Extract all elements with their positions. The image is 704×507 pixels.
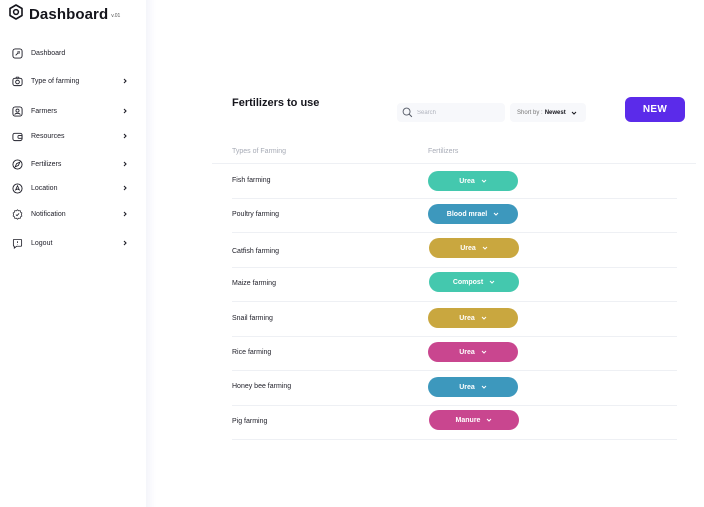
fertilizer-dropdown[interactable]: Urea [428, 308, 518, 328]
logout-icon [12, 238, 23, 249]
chevron-right-icon [123, 161, 127, 167]
chevron-down-icon [571, 111, 577, 115]
sidebar-item-label: Resources [31, 132, 65, 140]
chevron-down-icon [482, 246, 488, 250]
brand-title: Dashboard [29, 6, 109, 23]
sort-prefix: Short by : [517, 109, 543, 116]
fertilizer-dropdown[interactable]: Urea [429, 238, 519, 258]
chevron-down-icon [481, 316, 487, 320]
brand: Dashboard v.01 [8, 4, 120, 23]
row-farming-type: Honey bee farming [232, 383, 292, 390]
fertilizer-value: Urea [459, 383, 475, 391]
fertilizer-dropdown[interactable]: Manure [429, 410, 519, 430]
dashboard-icon [12, 47, 23, 59]
search-input[interactable] [417, 109, 497, 116]
sort-value: Newest [544, 109, 566, 116]
row-farming-type: Rice farming [232, 349, 272, 356]
row-divider [232, 301, 677, 302]
row-farming-type: Pig farming [232, 418, 268, 425]
row-divider [232, 370, 677, 371]
fertilizer-dropdown[interactable]: Urea [428, 171, 518, 191]
chevron-right-icon [123, 78, 127, 84]
sidebar-item-location[interactable]: Location [12, 181, 128, 195]
row-farming-type: Poultry farming [232, 211, 280, 218]
sidebar-item-resources[interactable]: Resources [12, 129, 128, 143]
chevron-down-icon [487, 418, 492, 422]
compass-icon [12, 158, 23, 170]
row-divider [232, 336, 677, 337]
chevron-right-icon [123, 133, 127, 139]
fertilizer-dropdown[interactable]: Urea [428, 377, 518, 397]
sidebar-item-fertilizers[interactable]: Fertilizers [12, 157, 128, 171]
chevron-right-icon [123, 108, 127, 114]
chevron-down-icon [493, 212, 499, 216]
sidebar-item-label: Location [31, 184, 58, 192]
sidebar-item-notification[interactable]: Notification [12, 207, 128, 221]
search-box[interactable] [397, 103, 505, 122]
fertilizer-value: Manure [455, 416, 481, 424]
fertilizer-value: Urea [459, 314, 475, 322]
sidebar-item-label: Logout [31, 239, 53, 247]
row-divider [232, 232, 677, 233]
new-button[interactable]: NEW [625, 97, 685, 122]
sidebar-item-logout[interactable]: Logout [12, 236, 128, 250]
user-icon [12, 105, 23, 117]
sidebar-item-dashboard[interactable]: Dashboard [12, 46, 128, 60]
chevron-right-icon [123, 185, 127, 191]
wallet-icon [12, 132, 23, 141]
chevron-down-icon [481, 179, 487, 183]
row-farming-type: Maize farming [232, 280, 276, 287]
sidebar-item-label: Type of farming [31, 77, 80, 85]
sidebar-item-label: Farmers [31, 107, 58, 115]
row-farming-type: Catfish farming [232, 248, 280, 255]
column-header-types: Types of Farming [232, 148, 287, 155]
fertilizer-dropdown[interactable]: Compost [429, 272, 519, 292]
badge-icon [12, 208, 23, 220]
search-icon [402, 107, 413, 118]
sidebar-item-label: Notification [31, 210, 66, 218]
fertilizer-value: Urea [459, 348, 475, 356]
fertilizer-value: Blood mrael [446, 210, 488, 218]
sidebar-divider [146, 0, 156, 507]
chevron-right-icon [123, 240, 127, 246]
chevron-right-icon [123, 211, 127, 217]
fertilizer-value: Compost [452, 278, 484, 286]
row-divider [232, 405, 677, 406]
sidebar-item-label: Dashboard [31, 49, 66, 57]
fertilizer-value: Urea [459, 177, 475, 185]
column-header-fertilizers: Fertilizers [428, 148, 459, 155]
page-title: Fertilizers to use [232, 97, 320, 109]
sort-dropdown[interactable]: Short by : Newest [510, 103, 586, 122]
chevron-down-icon [489, 280, 495, 284]
row-divider [232, 198, 677, 199]
row-divider [232, 267, 677, 268]
fertilizer-dropdown[interactable]: Urea [428, 342, 518, 362]
brand-version: v.01 [111, 13, 121, 19]
sidebar-item-label: Fertilizers [31, 160, 62, 168]
row-divider [232, 439, 677, 440]
sidebar-item-type-of-farming[interactable]: Type of farming [12, 74, 128, 88]
sidebar-item-farmers[interactable]: Farmers [12, 104, 128, 118]
fertilizer-dropdown[interactable]: Blood mrael [428, 204, 518, 224]
header-divider [212, 163, 696, 164]
chevron-down-icon [481, 350, 487, 354]
sidebar: Dashboard v.01 Dashboard Type of farming… [0, 0, 146, 507]
row-farming-type: Fish farming [232, 177, 271, 184]
fertilizer-value: Urea [460, 244, 476, 252]
location-icon [12, 182, 23, 194]
camera-icon [12, 76, 23, 86]
row-farming-type: Snail farming [232, 315, 273, 322]
chevron-down-icon [481, 385, 487, 389]
hexagon-logo-icon [9, 4, 23, 20]
